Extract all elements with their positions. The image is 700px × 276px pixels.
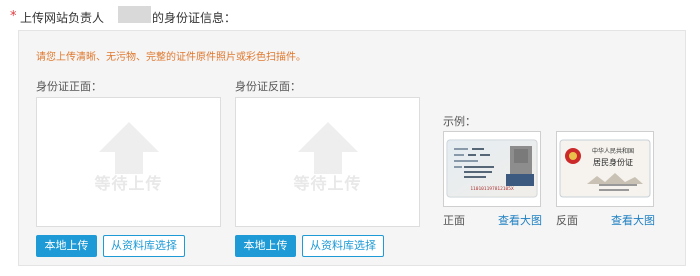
- header-label-prefix: 上传网站负责人: [20, 11, 105, 25]
- back-library-select-button[interactable]: 从资料库选择: [302, 235, 384, 257]
- front-view-large-link[interactable]: 查看大图: [498, 212, 542, 228]
- back-slot-label: 身份证反面：: [235, 80, 301, 93]
- example-label: 示例：: [443, 115, 476, 128]
- masked-name: [118, 6, 151, 23]
- back-view-large-link[interactable]: 查看大图: [611, 212, 655, 228]
- front-local-upload-button[interactable]: 本地上传: [36, 235, 97, 257]
- front-upload-placeholder: 等待上传: [94, 174, 163, 193]
- front-library-select-button[interactable]: 从资料库选择: [103, 235, 185, 257]
- upload-arrow-icon: [298, 122, 358, 174]
- id-card-back-image: 中华人民共和国 居民身份证: [559, 139, 651, 198]
- required-asterisk: *: [10, 9, 17, 24]
- id-number-text: 110101197812105X: [470, 186, 514, 192]
- id-front-sample[interactable]: 110101197812105X: [443, 131, 541, 207]
- id-card-front-image: 110101197812105X: [446, 139, 538, 198]
- front-upload-area[interactable]: 等待上传: [36, 97, 221, 227]
- upload-notice: 请您上传清晰、无污物、完整的证件原件照片或彩色扫描件。: [36, 52, 306, 63]
- back-upload-placeholder: 等待上传: [293, 174, 362, 193]
- id-back-title: 中华人民共和国: [592, 147, 634, 155]
- back-local-upload-button[interactable]: 本地上传: [235, 235, 296, 257]
- front-sample-caption: 正面: [443, 214, 465, 227]
- id-back-sample[interactable]: 中华人民共和国 居民身份证: [556, 131, 654, 207]
- back-sample-caption: 反面: [556, 214, 578, 227]
- id-back-subtitle: 居民身份证: [593, 157, 633, 167]
- upload-arrow-icon: [99, 122, 159, 174]
- front-slot-label: 身份证正面：: [36, 80, 102, 93]
- header-label-suffix: 的身份证信息：: [152, 11, 237, 25]
- back-upload-area[interactable]: 等待上传: [235, 97, 420, 227]
